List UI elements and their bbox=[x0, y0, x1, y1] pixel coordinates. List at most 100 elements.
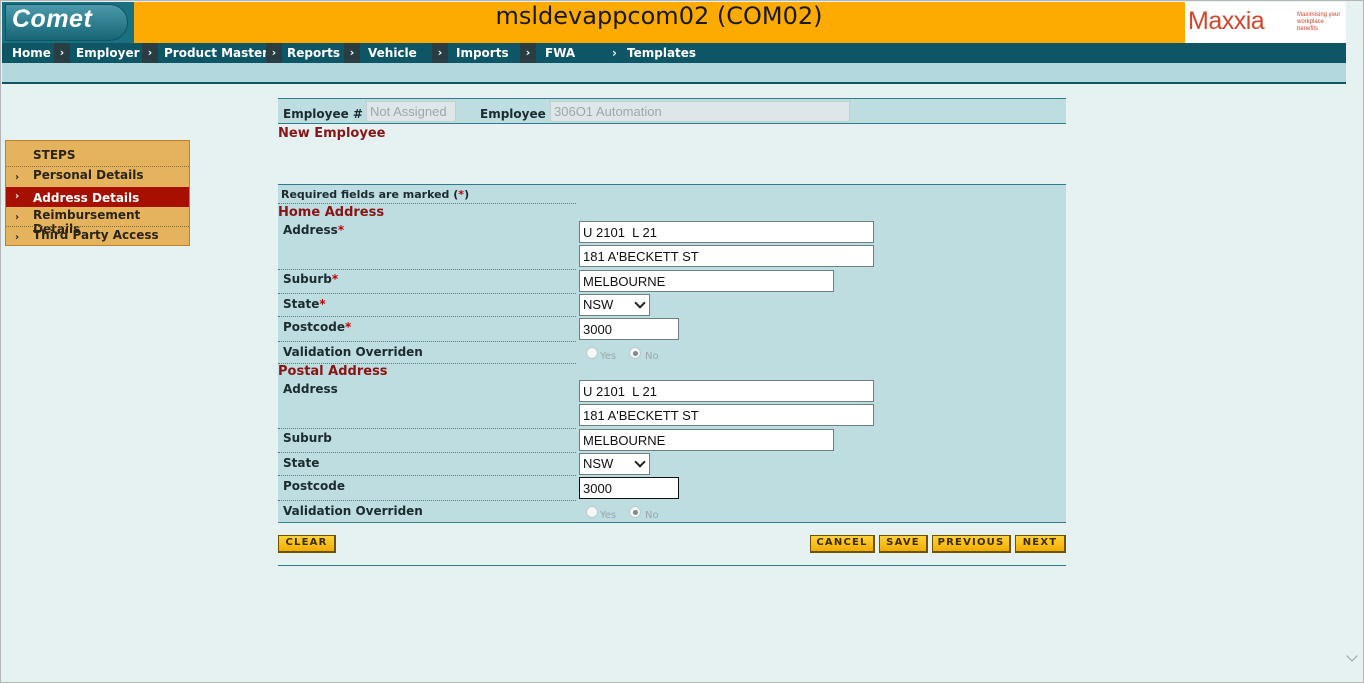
chevron-right-icon: › bbox=[142, 43, 158, 63]
divider bbox=[278, 475, 576, 476]
required-note-end: ) bbox=[464, 188, 470, 201]
required-note: Required fields are marked (*) bbox=[281, 188, 469, 201]
divider bbox=[278, 452, 576, 453]
chevron-right-icon: › bbox=[15, 191, 20, 202]
cancel-button[interactable]: CANCEL bbox=[810, 535, 875, 553]
postal-suburb-label: Suburb bbox=[283, 431, 332, 445]
logo-text: Comet bbox=[12, 5, 93, 33]
chevron-right-icon: › bbox=[520, 43, 536, 63]
nav-reports[interactable]: Reports bbox=[287, 43, 340, 63]
save-button[interactable]: SAVE bbox=[879, 535, 928, 553]
chevron-down-icon bbox=[634, 297, 646, 309]
step-personal-details[interactable]: › Personal Details bbox=[6, 165, 189, 185]
chevron-right-icon: › bbox=[15, 172, 20, 183]
maxxia-wordmark: Maxxia bbox=[1188, 7, 1265, 35]
home-state-label: State* bbox=[283, 297, 326, 311]
sub-nav-bar bbox=[2, 63, 1346, 84]
postal-state-label: State bbox=[283, 456, 320, 470]
scroll-down-icon[interactable] bbox=[1346, 650, 1358, 662]
postal-state-value: NSW bbox=[583, 456, 614, 471]
divider bbox=[278, 316, 576, 317]
postal-address-label: Address bbox=[283, 382, 338, 396]
label-text: Postcode bbox=[283, 320, 346, 334]
divider bbox=[278, 269, 576, 270]
radio-label-no: No bbox=[645, 510, 659, 521]
comet-logo[interactable]: Comet bbox=[2, 2, 134, 43]
nav-imports[interactable]: Imports bbox=[456, 43, 509, 63]
postal-suburb-input[interactable]: MELBOURNE bbox=[579, 429, 834, 451]
step-reimbursement-details[interactable]: › Reimbursement Details bbox=[6, 205, 189, 236]
label-text: Address bbox=[283, 223, 338, 237]
postal-postcode-label: Postcode bbox=[283, 479, 346, 493]
home-state-value: NSW bbox=[583, 297, 614, 312]
required-mark: * bbox=[337, 223, 345, 237]
chevron-right-icon: › bbox=[266, 43, 282, 63]
required-mark: * bbox=[319, 297, 326, 311]
employee-number-label: Employee # bbox=[283, 107, 363, 121]
home-validation-label: Validation Overriden bbox=[283, 345, 423, 359]
postal-address-line2-input[interactable]: 181 A'BECKETT ST bbox=[579, 404, 874, 426]
postal-validation-yes-radio[interactable] bbox=[586, 506, 598, 518]
app-header: Comet msldevappcom02 (COM02) Maxxia Maxi… bbox=[2, 2, 1346, 43]
radio-label-no: No bbox=[645, 351, 659, 362]
clear-button[interactable]: CLEAR bbox=[278, 535, 336, 553]
home-address-label: Address* bbox=[283, 223, 344, 237]
home-address-line2-input[interactable]: 181 A'BECKETT ST bbox=[579, 245, 874, 267]
required-note-text: Required fields are marked ( bbox=[281, 188, 459, 201]
maxxia-tagline: Maximising your workplace benefits bbox=[1297, 12, 1341, 32]
step-third-party-access[interactable]: › Third Party Access bbox=[6, 225, 189, 245]
next-button[interactable]: NEXT bbox=[1015, 535, 1066, 553]
nav-fwa[interactable]: FWA bbox=[545, 43, 575, 63]
nav-product-master[interactable]: Product Master bbox=[164, 43, 268, 63]
nav-templates[interactable]: Templates bbox=[627, 43, 696, 63]
postal-address-line1-input[interactable]: U 2101 L 21 bbox=[579, 380, 874, 402]
postal-state-select[interactable]: NSW bbox=[579, 453, 650, 475]
radio-label-yes: Yes bbox=[600, 351, 617, 362]
employee-number-field: Not Assigned bbox=[366, 101, 456, 122]
home-postcode-input[interactable]: 3000 bbox=[579, 318, 679, 340]
required-mark: * bbox=[331, 272, 339, 286]
home-suburb-input[interactable]: MELBOURNE bbox=[579, 270, 834, 292]
page-title: New Employee bbox=[278, 126, 386, 141]
home-address-line1-input[interactable]: U 2101 L 21 bbox=[579, 221, 874, 243]
steps-panel: STEPS › Personal Details › Address Detai… bbox=[5, 140, 190, 246]
steps-title: STEPS bbox=[6, 145, 189, 165]
chevron-right-icon: › bbox=[612, 46, 617, 60]
divider bbox=[278, 203, 576, 204]
divider bbox=[278, 341, 576, 342]
postal-postcode-input[interactable]: 3000 bbox=[579, 477, 679, 499]
home-address-heading: Home Address bbox=[278, 205, 385, 220]
step-address-details[interactable]: › Address Details bbox=[6, 187, 189, 207]
home-state-select[interactable]: NSW bbox=[579, 294, 650, 316]
divider bbox=[278, 293, 576, 294]
label-text: State bbox=[283, 297, 320, 311]
chevron-right-icon: › bbox=[344, 43, 360, 63]
home-suburb-label: Suburb* bbox=[283, 272, 338, 286]
chevron-right-icon: › bbox=[15, 232, 20, 243]
home-validation-no-radio[interactable] bbox=[629, 347, 641, 359]
employee-name-label: Employee bbox=[480, 107, 546, 121]
home-validation-yes-radio[interactable] bbox=[586, 347, 598, 359]
postal-validation-label: Validation Overriden bbox=[283, 504, 423, 518]
divider bbox=[278, 500, 576, 501]
employee-name-field: 306O1 Automation bbox=[550, 101, 850, 122]
maxxia-logo: Maxxia Maximising your workplace benefit… bbox=[1185, 2, 1346, 43]
radio-label-yes: Yes bbox=[600, 510, 617, 521]
label-text: Suburb bbox=[283, 272, 332, 286]
employee-bar: Employee # Not Assigned Employee 306O1 A… bbox=[278, 98, 1066, 124]
chevron-right-icon: › bbox=[54, 43, 70, 63]
nav-home[interactable]: Home bbox=[12, 43, 51, 63]
step-label: Third Party Access bbox=[33, 228, 159, 242]
step-label: Address Details bbox=[33, 191, 140, 205]
steps-title-label: STEPS bbox=[33, 148, 76, 162]
nav-vehicle[interactable]: Vehicle bbox=[368, 43, 417, 63]
divider bbox=[278, 565, 1066, 566]
divider bbox=[278, 522, 576, 523]
postal-validation-no-radio[interactable] bbox=[629, 506, 641, 518]
address-form: Required fields are marked (*) Home Addr… bbox=[278, 184, 1066, 523]
previous-button[interactable]: PREVIOUS bbox=[932, 535, 1011, 553]
main-nav: Home › Employer › Product Master › Repor… bbox=[2, 43, 1346, 63]
postal-address-heading: Postal Address bbox=[278, 364, 388, 379]
nav-employer[interactable]: Employer bbox=[76, 43, 140, 63]
chevron-right-icon: › bbox=[15, 212, 20, 223]
